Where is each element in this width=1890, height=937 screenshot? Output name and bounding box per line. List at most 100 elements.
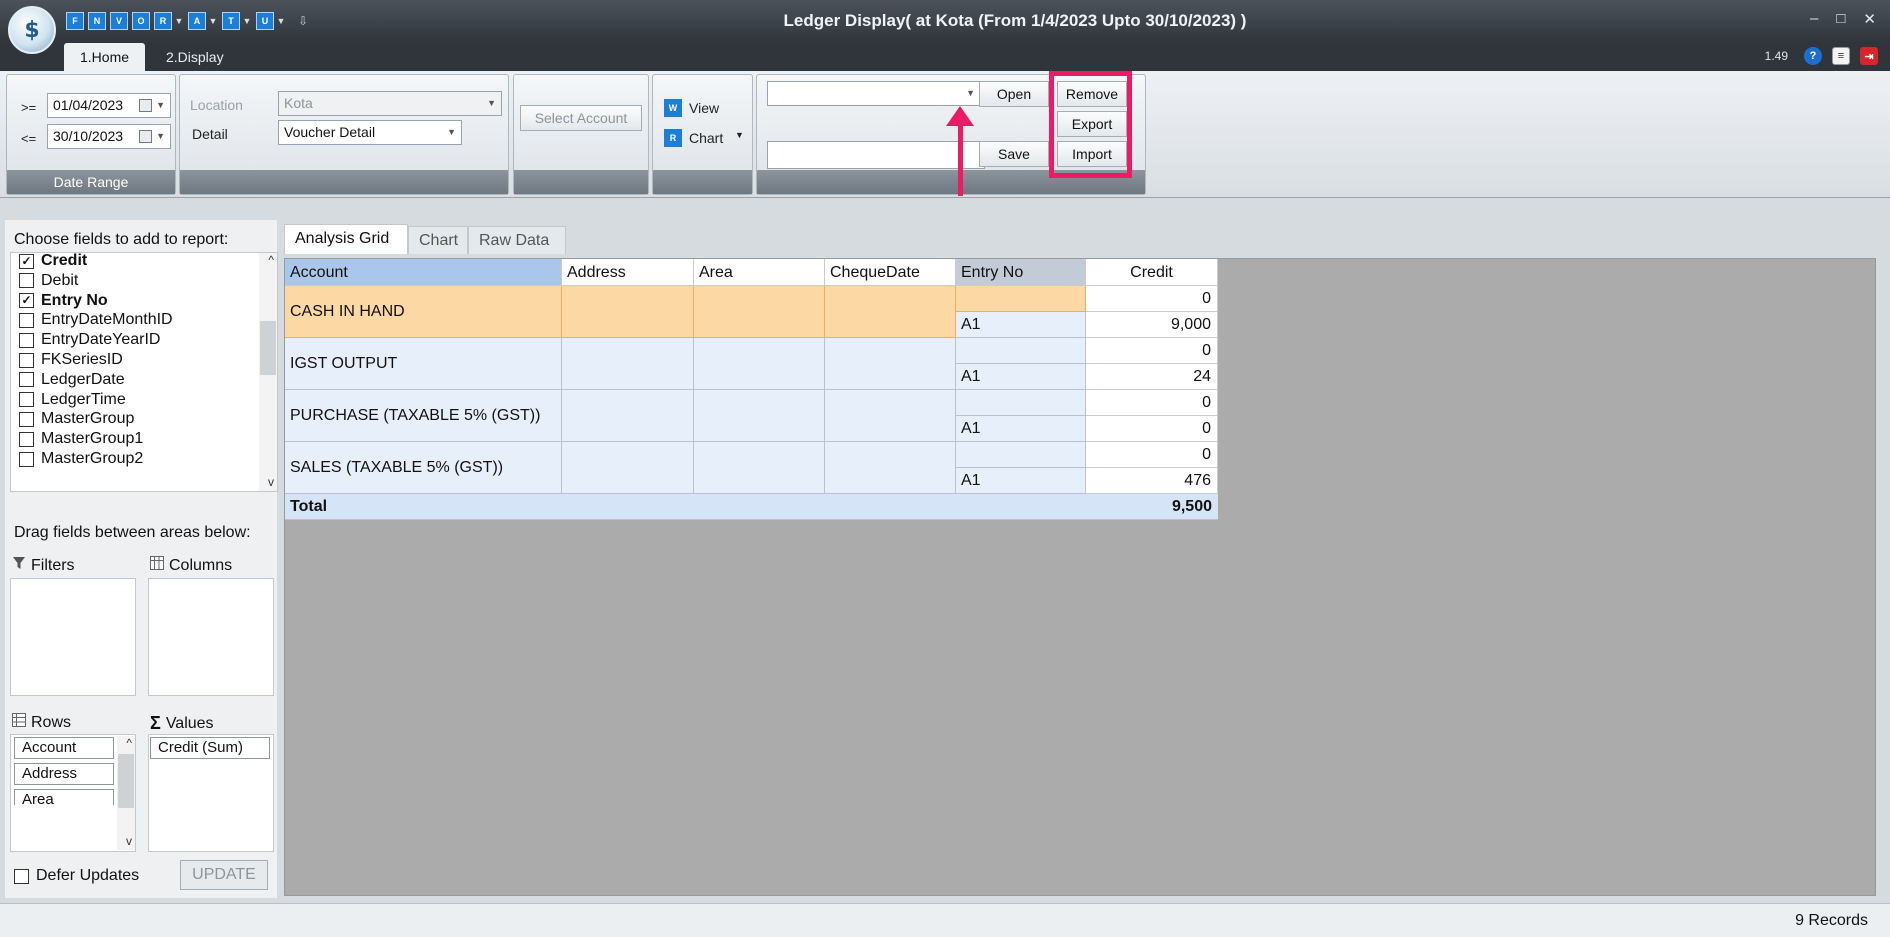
select-account-button[interactable]: Select Account <box>520 105 642 131</box>
unchecked-checkbox[interactable] <box>19 451 34 467</box>
open-button[interactable]: Open <box>979 81 1049 107</box>
drag-fields-label: Drag fields between areas below: <box>14 524 251 541</box>
account-cell[interactable]: CASH IN HAND <box>285 286 562 338</box>
row-group-cell[interactable] <box>694 390 825 442</box>
calendar-icon[interactable] <box>139 130 152 143</box>
maximize-button[interactable]: □ <box>1836 10 1845 28</box>
chart-icon[interactable]: R <box>664 129 682 147</box>
save-button[interactable]: Save <box>979 141 1049 167</box>
field-list-panel: Choose fields to add to report: ✓ Credit D… <box>5 220 278 898</box>
unchecked-checkbox[interactable] <box>19 372 34 388</box>
defer-updates-checkbox[interactable] <box>14 868 29 884</box>
to-date-field[interactable]: 30/10/2023 ▼ <box>47 124 171 149</box>
column-header[interactable]: Account <box>285 259 562 286</box>
row-group-cell[interactable] <box>562 338 694 390</box>
row-group-cell[interactable] <box>562 286 694 338</box>
row-group-cell[interactable] <box>694 338 825 390</box>
credit-value-cell[interactable]: 0 <box>1086 442 1218 468</box>
credit-value-cell[interactable]: 0 <box>1086 338 1218 364</box>
column-header[interactable]: Area <box>694 259 825 286</box>
location-select[interactable]: Kota ▼ <box>278 91 502 116</box>
scroll-up-icon[interactable]: ^ <box>126 736 132 750</box>
column-header[interactable]: Entry No <box>956 259 1086 286</box>
close-button[interactable]: ✕ <box>1863 10 1876 28</box>
unchecked-checkbox[interactable] <box>19 332 34 348</box>
exit-icon[interactable]: ⇥ <box>1860 47 1878 65</box>
entry-no-cell[interactable] <box>956 338 1086 364</box>
unchecked-checkbox[interactable] <box>19 431 34 447</box>
calendar-icon[interactable] <box>139 99 152 112</box>
analysis-grid-area: Account Address Area ChequeDate Entry No Cred… <box>284 258 1876 896</box>
app-logo-icon[interactable]: $ <box>8 6 56 54</box>
entry-no-cell[interactable]: A1 <box>956 416 1086 442</box>
account-cell[interactable]: PURCHASE (TAXABLE 5% (GST)) <box>285 390 562 442</box>
layout-name-input[interactable] <box>767 141 985 169</box>
credit-value-cell[interactable]: 24 <box>1086 364 1218 390</box>
unchecked-checkbox[interactable] <box>19 411 34 427</box>
rows-scrollbar[interactable]: ^ v <box>117 736 135 850</box>
chart-button[interactable]: Chart <box>689 130 723 146</box>
row-field-pill[interactable]: Address <box>14 763 114 785</box>
entry-no-cell[interactable] <box>956 286 1086 312</box>
zoom-level: 1.49 <box>1764 49 1788 63</box>
field-list-scrollbar[interactable]: ^ v <box>259 253 277 491</box>
from-date-field[interactable]: 01/04/2023 ▼ <box>47 93 171 118</box>
row-group-cell[interactable] <box>825 390 956 442</box>
scroll-down-icon[interactable]: v <box>268 475 274 489</box>
tab-chart[interactable]: Chart <box>408 226 468 254</box>
row-group-cell[interactable] <box>562 442 694 494</box>
scroll-down-icon[interactable]: v <box>126 834 132 848</box>
credit-value-cell[interactable]: 9,000 <box>1086 312 1218 338</box>
row-group-cell[interactable] <box>562 390 694 442</box>
update-button[interactable]: UPDATE <box>180 860 268 890</box>
layout-select[interactable]: ▼ <box>767 81 981 106</box>
help-icon[interactable]: ? <box>1804 47 1822 65</box>
columns-drop-area[interactable] <box>148 578 274 696</box>
entry-no-cell[interactable]: A1 <box>956 364 1086 390</box>
checked-checkbox[interactable]: ✓ <box>19 253 34 269</box>
minimize-button[interactable]: ‒ <box>1810 10 1818 28</box>
scroll-up-icon[interactable]: ^ <box>268 253 274 267</box>
row-group-cell[interactable] <box>825 338 956 390</box>
row-group-cell[interactable] <box>825 286 956 338</box>
value-pill[interactable]: Credit (Sum) <box>150 737 270 759</box>
defer-updates[interactable]: Defer Updates <box>14 867 139 885</box>
column-header[interactable]: Credit <box>1086 259 1218 286</box>
tab-home[interactable]: 1.Home <box>64 43 146 71</box>
account-cell[interactable]: SALES (TAXABLE 5% (GST)) <box>285 442 562 494</box>
field-list-item[interactable]: MasterGroup2 <box>19 447 143 471</box>
scroll-thumb[interactable] <box>260 321 276 375</box>
entry-no-cell[interactable] <box>956 442 1086 468</box>
view-icon[interactable]: W <box>664 99 682 117</box>
tab-display[interactable]: 2.Display <box>150 43 240 71</box>
from-operator: >= <box>21 100 37 115</box>
unchecked-checkbox[interactable] <box>19 312 34 328</box>
row-group-cell[interactable] <box>825 442 956 494</box>
row-group-cell[interactable] <box>694 286 825 338</box>
credit-value-cell[interactable]: 0 <box>1086 286 1218 312</box>
tab-raw-data[interactable]: Raw Data <box>468 226 566 254</box>
tab-analysis-grid[interactable]: Analysis Grid <box>284 224 408 254</box>
chevron-down-icon[interactable]: ▼ <box>735 130 744 140</box>
entry-no-cell[interactable] <box>956 390 1086 416</box>
unchecked-checkbox[interactable] <box>19 392 34 408</box>
credit-value-cell[interactable]: 0 <box>1086 390 1218 416</box>
account-cell[interactable]: IGST OUTPUT <box>285 338 562 390</box>
row-group-cell[interactable] <box>694 442 825 494</box>
view-button[interactable]: View <box>689 100 719 116</box>
unchecked-checkbox[interactable] <box>19 352 34 368</box>
column-header[interactable]: ChequeDate <box>825 259 956 286</box>
entry-no-cell[interactable]: A1 <box>956 468 1086 494</box>
column-header[interactable]: Address <box>562 259 694 286</box>
detail-select[interactable]: Voucher Detail ▼ <box>278 120 462 145</box>
credit-value-cell[interactable]: 0 <box>1086 416 1218 442</box>
row-field-pill[interactable]: Account <box>14 737 114 759</box>
checked-checkbox[interactable]: ✓ <box>19 293 34 309</box>
chevron-down-icon: ▼ <box>447 127 456 137</box>
scroll-thumb[interactable] <box>118 754 134 808</box>
notes-icon[interactable]: ≡ <box>1832 47 1850 65</box>
entry-no-cell[interactable]: A1 <box>956 312 1086 338</box>
credit-value-cell[interactable]: 476 <box>1086 468 1218 494</box>
filters-drop-area[interactable] <box>10 578 136 696</box>
unchecked-checkbox[interactable] <box>19 273 34 289</box>
